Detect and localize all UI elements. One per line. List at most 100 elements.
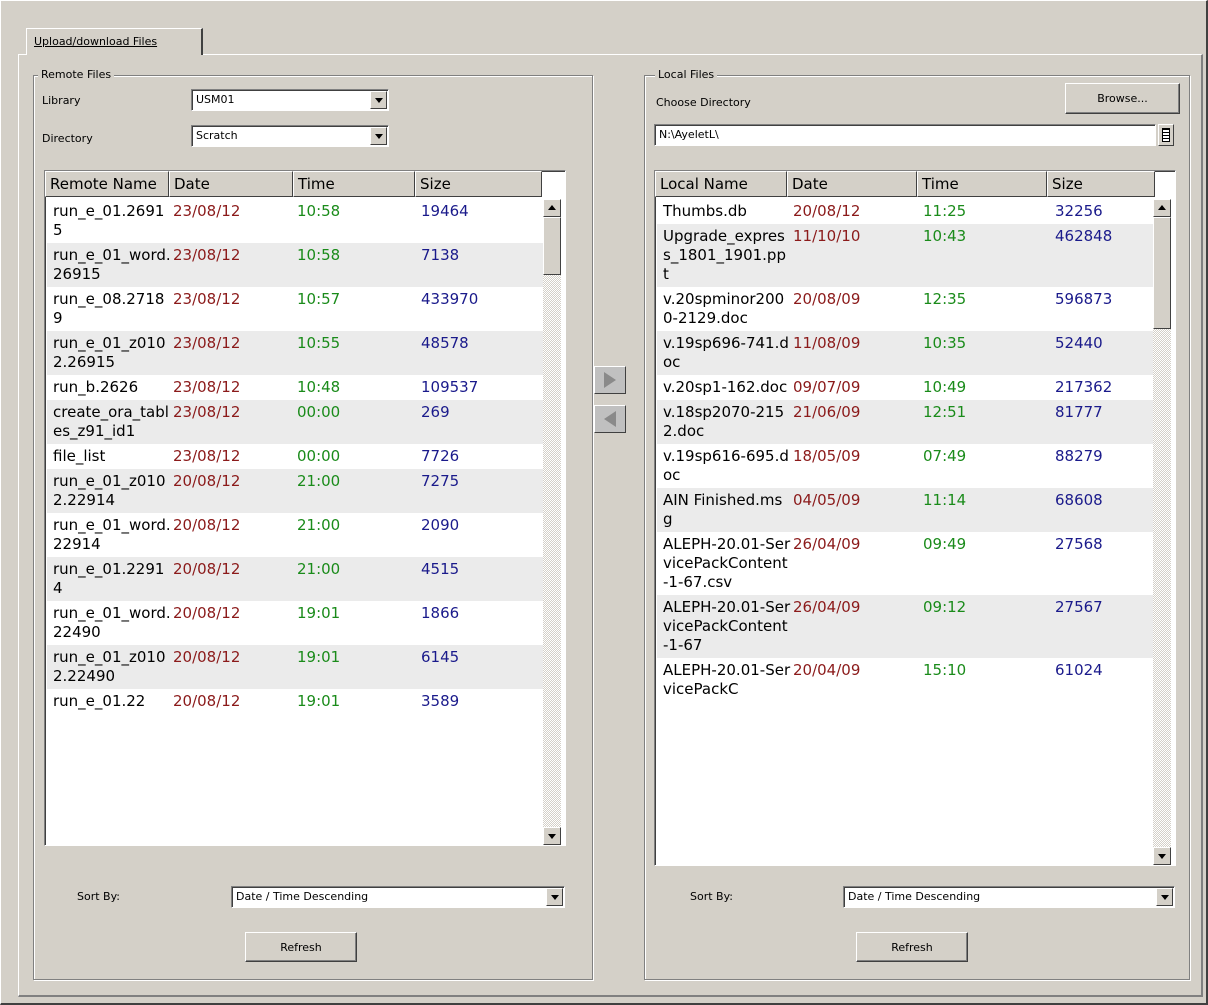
cell-date: 20/08/12 <box>173 692 241 710</box>
local-col-name[interactable]: Local Name <box>655 171 787 197</box>
cell-time: 09:12 <box>923 598 967 616</box>
scroll-up-button[interactable] <box>1153 199 1171 217</box>
library-select[interactable]: USM01 <box>191 89 389 111</box>
table-row[interactable]: run_e_01.22914 20/08/12 21:00 4515 <box>47 557 543 601</box>
table-row[interactable]: run_b.2626 23/08/12 10:48 109537 <box>47 375 543 400</box>
table-row[interactable]: ALEPH-20.01-ServicePackContent-1-67.csv 2… <box>657 532 1153 595</box>
local-col-time[interactable]: Time <box>917 171 1047 197</box>
scroll-up-button[interactable] <box>543 199 561 217</box>
table-row[interactable]: Upgrade_express_1801_1901.ppt 11/10/10 10:… <box>657 224 1153 287</box>
table-row[interactable]: v.19sp696-741.doc 11/08/09 10:35 52440 <box>657 331 1153 375</box>
cell-name: ALEPH-20.01-ServicePackC <box>663 661 791 698</box>
upload-button[interactable] <box>594 366 626 394</box>
table-row[interactable]: run_e_01_word.26915 23/08/12 10:58 7138 <box>47 243 543 287</box>
table-row[interactable]: run_e_01_z0102.22490 20/08/12 19:01 6145 <box>47 645 543 689</box>
cell-name: run_e_01.26915 <box>53 202 165 239</box>
cell-time: 00:00 <box>297 403 341 421</box>
browse-button[interactable]: Browse... <box>1065 83 1180 114</box>
cell-size: 7726 <box>421 447 460 465</box>
directory-select[interactable]: Scratch <box>191 125 389 147</box>
local-col-date[interactable]: Date <box>787 171 917 197</box>
cell-time: 11:14 <box>923 491 967 509</box>
chevron-down-icon <box>375 134 383 139</box>
cell-date: 26/04/09 <box>793 598 861 616</box>
local-sort-select[interactable]: Date / Time Descending <box>843 886 1175 908</box>
directory-dropdown-button[interactable] <box>370 127 387 145</box>
cell-name: run_e_01_word.22490 <box>53 604 171 641</box>
table-row[interactable]: run_e_01_word.22914 20/08/12 21:00 2090 <box>47 513 543 557</box>
table-row[interactable]: Thumbs.db 20/08/12 11:25 32256 <box>657 199 1153 224</box>
table-row[interactable]: ALEPH-20.01-ServicePackC 20/04/09 15:10 610… <box>657 658 1153 702</box>
cell-size: 27568 <box>1055 535 1103 553</box>
table-row[interactable]: v.20sp1-162.doc 09/07/09 10:49 217362 <box>657 375 1153 400</box>
table-row[interactable]: file_list 23/08/12 00:00 7726 <box>47 444 543 469</box>
table-row[interactable]: run_e_01_z0102.26915 23/08/12 10:55 48578 <box>47 331 543 375</box>
scroll-thumb[interactable] <box>543 217 561 275</box>
local-scrollbar[interactable] <box>1153 199 1171 865</box>
remote-col-time[interactable]: Time <box>293 171 415 197</box>
remote-refresh-button[interactable]: Refresh <box>245 932 357 962</box>
cell-date: 20/08/12 <box>173 472 241 490</box>
cell-date: 20/08/12 <box>173 516 241 534</box>
table-row[interactable]: run_e_01_word.22490 20/08/12 19:01 1866 <box>47 601 543 645</box>
cell-size: 217362 <box>1055 378 1113 396</box>
scroll-down-button[interactable] <box>543 827 561 845</box>
cell-date: 04/05/09 <box>793 491 861 509</box>
local-refresh-button[interactable]: Refresh <box>856 932 968 962</box>
remote-col-size[interactable]: Size <box>415 171 542 197</box>
tab-upload-download[interactable]: Upload/download Files <box>26 28 203 55</box>
download-button[interactable] <box>594 405 626 433</box>
table-row[interactable]: v.20spminor2000-2129.doc 20/08/09 12:35 596… <box>657 287 1153 331</box>
cell-date: 21/06/09 <box>793 403 861 421</box>
chevron-up-icon <box>548 205 556 210</box>
cell-date: 20/08/09 <box>793 290 861 308</box>
choose-directory-label: Choose Directory <box>656 96 751 109</box>
library-dropdown-button[interactable] <box>370 91 387 109</box>
table-row[interactable]: ALEPH-20.01-ServicePackContent-1-67 26/04… <box>657 595 1153 658</box>
remote-scrollbar[interactable] <box>543 199 561 845</box>
local-sort-dropdown-button[interactable] <box>1156 888 1173 906</box>
cell-size: 27567 <box>1055 598 1103 616</box>
cell-size: 4515 <box>421 560 460 578</box>
cell-name: Upgrade_express_1801_1901.ppt <box>663 227 786 283</box>
remote-sort-dropdown-button[interactable] <box>546 888 563 906</box>
directory-label: Directory <box>42 132 93 145</box>
chevron-down-icon <box>1158 854 1166 859</box>
cell-time: 10:55 <box>297 334 341 352</box>
cell-name: v.20spminor2000-2129.doc <box>663 290 785 327</box>
local-files-list[interactable]: Local Name Date Time Size Thumbs.db 20/08… <box>654 170 1176 866</box>
scroll-thumb[interactable] <box>1153 217 1171 329</box>
table-row[interactable]: v.18sp2070-2152.doc 21/06/09 12:51 81777 <box>657 400 1153 444</box>
chevron-down-icon <box>375 98 383 103</box>
table-row[interactable]: create_ora_tables_z91_id1 23/08/12 00:00 26… <box>47 400 543 444</box>
chevron-down-icon <box>548 834 556 839</box>
cell-size: 68608 <box>1055 491 1103 509</box>
chevron-down-icon <box>551 895 559 900</box>
local-col-size[interactable]: Size <box>1047 171 1155 197</box>
local-sort-label: Sort By: <box>690 890 734 903</box>
directory-picker-button[interactable] <box>1158 124 1174 146</box>
remote-sort-value: Date / Time Descending <box>236 890 369 903</box>
remote-col-date[interactable]: Date <box>169 171 293 197</box>
cell-date: 11/10/10 <box>793 227 861 245</box>
remote-files-list[interactable]: Remote Name Date Time Size run_e_01.2691… <box>44 170 566 846</box>
remote-sort-select[interactable]: Date / Time Descending <box>231 886 565 908</box>
table-row[interactable]: run_e_01.22 20/08/12 19:01 3589 <box>47 689 543 714</box>
table-row[interactable]: run_e_08.27189 23/08/12 10:57 433970 <box>47 287 543 331</box>
remote-files-title: Remote Files <box>38 68 115 81</box>
remote-col-name[interactable]: Remote Name <box>45 171 169 197</box>
table-row[interactable]: run_e_01_z0102.22914 20/08/12 21:00 7275 <box>47 469 543 513</box>
cell-time: 07:49 <box>923 447 967 465</box>
local-path-input[interactable]: N:\AyeletL\ <box>654 124 1156 146</box>
table-row[interactable]: v.19sp616-695.doc 18/05/09 07:49 88279 <box>657 444 1153 488</box>
cell-time: 12:51 <box>923 403 967 421</box>
cell-name: v.19sp696-741.doc <box>663 334 789 371</box>
cell-name: run_e_01.22 <box>53 692 146 710</box>
table-row[interactable]: AIN Finished.msg 04/05/09 11:14 68608 <box>657 488 1153 532</box>
table-row[interactable]: run_e_01.26915 23/08/12 10:58 19464 <box>47 199 543 243</box>
scroll-down-button[interactable] <box>1153 847 1171 865</box>
local-refresh-label: Refresh <box>891 941 933 954</box>
cell-name: Thumbs.db <box>663 202 747 220</box>
cell-time: 09:49 <box>923 535 967 553</box>
cell-name: run_e_01_z0102.22914 <box>53 472 166 509</box>
